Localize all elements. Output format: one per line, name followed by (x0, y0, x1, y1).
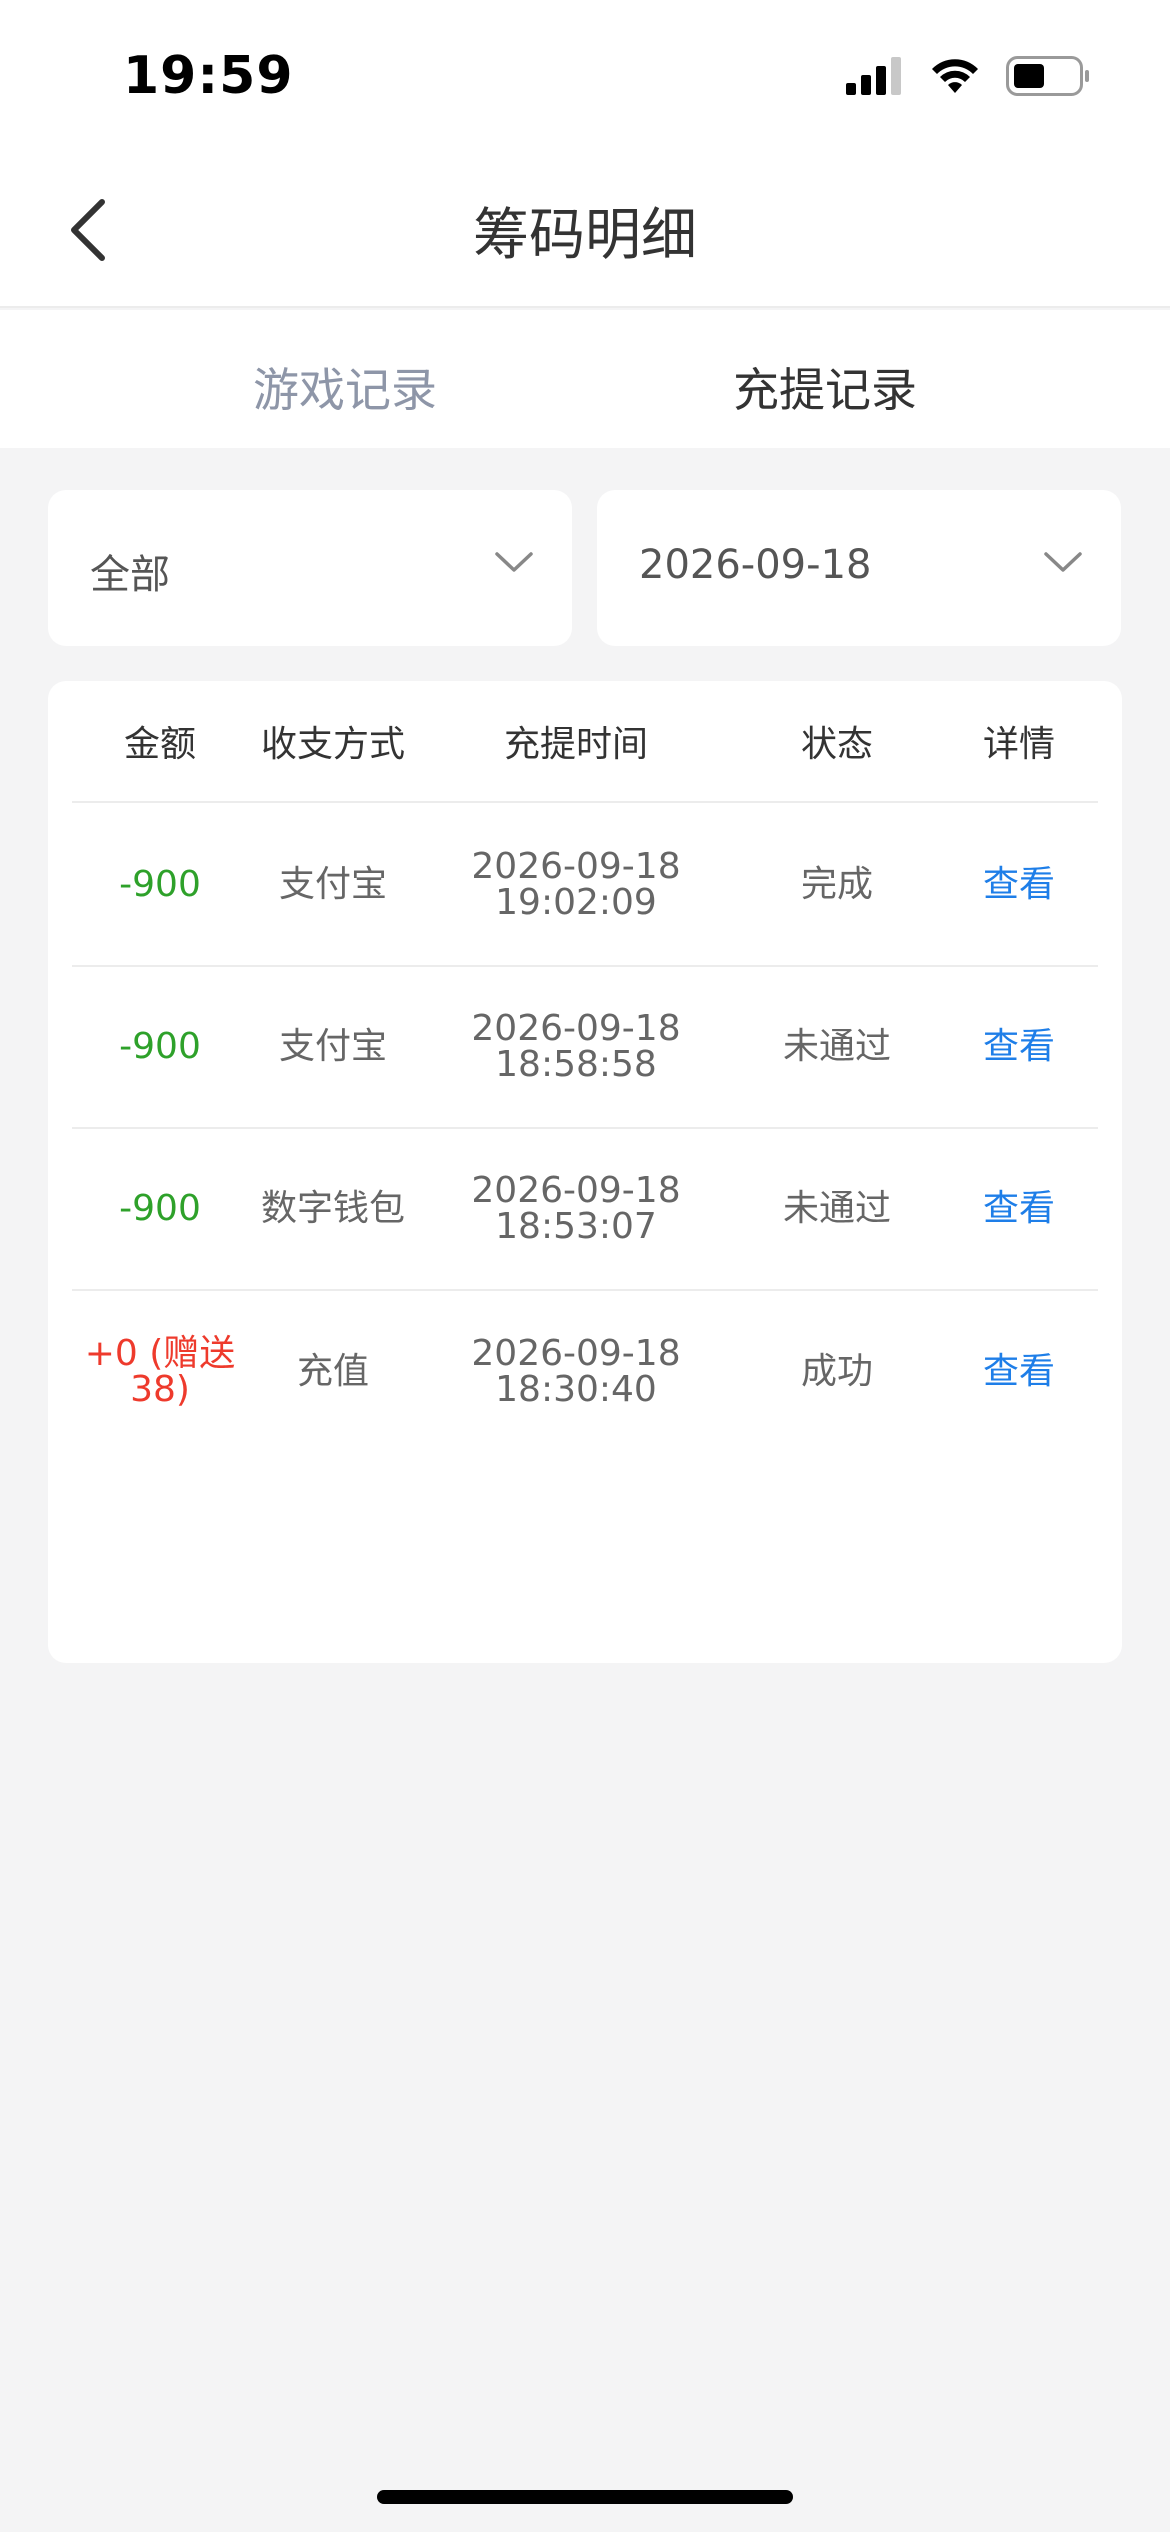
records-table-card: 金额 收支方式 充提时间 状态 详情 -900 支付宝 2026-09-18 19… (48, 681, 1122, 1663)
wifi-icon (932, 59, 978, 93)
chevron-down-icon (495, 552, 533, 572)
view-detail-link[interactable]: 查看 (940, 805, 1098, 965)
row-amount: -900 (119, 1026, 201, 1067)
nav-bar: 筹码明细 (0, 150, 1170, 308)
view-detail-link[interactable]: 查看 (940, 967, 1098, 1127)
row-date: 2026-09-18 (471, 1333, 681, 1374)
view-detail-link[interactable]: 查看 (940, 1129, 1098, 1289)
row-datetime: 2026-09-18 18:30:40 (418, 1291, 734, 1453)
tab-bar: 游戏记录 充提记录 (0, 310, 1170, 448)
type-filter-value: 全部 (90, 552, 170, 598)
row-method: 支付宝 (278, 864, 387, 905)
row-time: 19:02:09 (495, 882, 657, 923)
status-icons (846, 56, 1090, 96)
row-date: 2026-09-18 (471, 1008, 681, 1049)
date-filter-value: 2026-09-18 (639, 542, 872, 588)
row-status: 未通过 (782, 1188, 891, 1229)
page-title: 筹码明细 (473, 203, 697, 268)
row-amount: -900 (119, 864, 201, 905)
row-time: 18:53:07 (495, 1206, 657, 1247)
date-filter-dropdown[interactable]: 2026-09-18 (597, 490, 1121, 646)
row-status: 未通过 (782, 1026, 891, 1067)
row-amount: -900 (119, 1188, 201, 1229)
row-time: 18:30:40 (495, 1369, 657, 1410)
status-time: 19:59 (123, 46, 294, 106)
chevron-down-icon (1044, 552, 1082, 572)
row-status: 完成 (800, 864, 873, 905)
status-bar: 19:59 (0, 0, 1170, 150)
row-datetime: 2026-09-18 18:58:58 (418, 967, 734, 1127)
row-date: 2026-09-18 (471, 1170, 681, 1211)
table-row: -900 数字钱包 2026-09-18 18:53:07 未通过 查看 (72, 1129, 1098, 1291)
header-status: 状态 (800, 724, 873, 765)
table-header: 金额 收支方式 充提时间 状态 详情 (72, 681, 1098, 803)
table-row: +0 (赠送 38) 充值 2026-09-18 18:30:40 成功 查看 (72, 1291, 1098, 1453)
row-amount-line1: +0 (赠送 (84, 1333, 236, 1374)
row-date: 2026-09-18 (471, 846, 681, 887)
row-status: 成功 (800, 1351, 873, 1392)
row-amount-line2: 38) (130, 1369, 190, 1410)
view-detail-link[interactable]: 查看 (940, 1291, 1098, 1453)
row-datetime: 2026-09-18 18:53:07 (418, 1129, 734, 1289)
row-method: 充值 (296, 1351, 369, 1392)
home-indicator[interactable] (377, 2490, 793, 2504)
row-datetime: 2026-09-18 19:02:09 (418, 805, 734, 965)
row-method: 数字钱包 (260, 1188, 405, 1229)
battery-icon (1006, 56, 1089, 96)
table-row: -900 支付宝 2026-09-18 19:02:09 完成 查看 (72, 805, 1098, 967)
header-amount: 金额 (123, 724, 196, 765)
signal-icon (846, 57, 901, 95)
header-method: 收支方式 (260, 724, 405, 765)
row-amount: +0 (赠送 38) (72, 1291, 248, 1453)
table-row: -900 支付宝 2026-09-18 18:58:58 未通过 查看 (72, 967, 1098, 1129)
tab-game-records[interactable]: 游戏记录 (253, 354, 437, 420)
row-method: 支付宝 (278, 1026, 387, 1067)
tab-recharge-records[interactable]: 充提记录 (733, 354, 917, 420)
header-detail: 详情 (982, 724, 1055, 765)
row-time: 18:58:58 (495, 1044, 657, 1085)
type-filter-dropdown[interactable]: 全部 (48, 490, 572, 646)
header-time: 充提时间 (503, 724, 648, 765)
